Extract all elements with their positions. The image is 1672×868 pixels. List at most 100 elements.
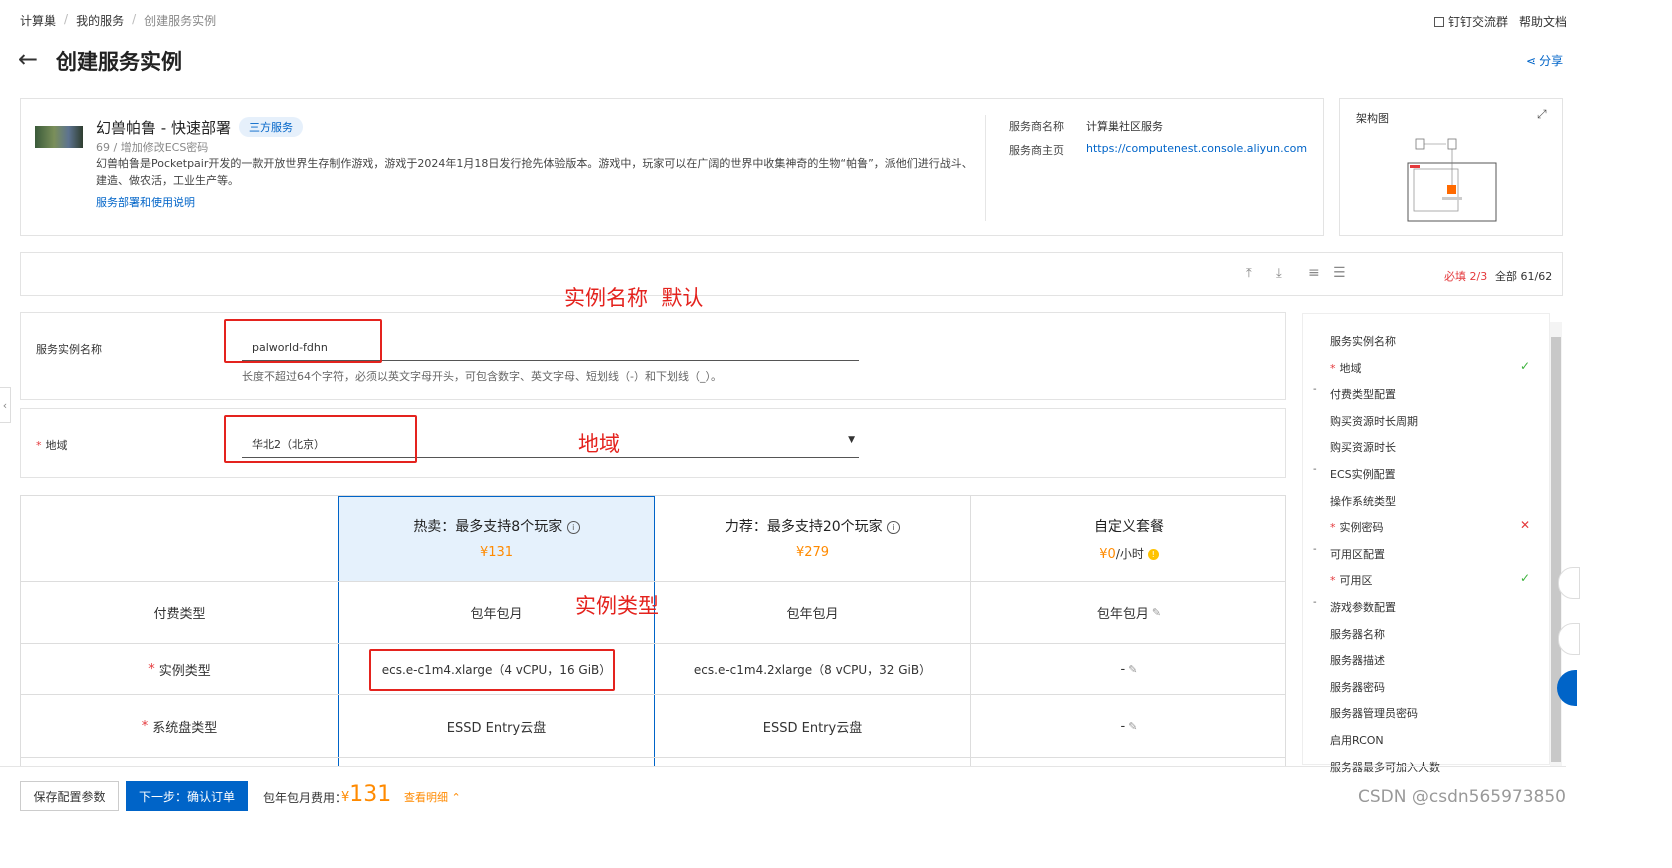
row-label-instance-type-text: 实例类型 (158, 663, 211, 679)
provider-homepage-link[interactable]: https://computenest.console.aliyun.com (1086, 142, 1307, 155)
required-asterisk: * (141, 718, 149, 734)
navigator-item[interactable]: 操作系统类型 (1330, 493, 1396, 509)
navigator-item[interactable]: 付费类型配置 (1330, 386, 1396, 402)
group-collapse-icon[interactable]: - (1313, 464, 1317, 475)
expand-icon[interactable]: ⤢ (1537, 107, 1547, 122)
annotation-region: 地域 (578, 432, 620, 456)
instance-type-recommended: ecs.e-c1m4.2xlarge（8 vCPU，32 GiB） (693, 662, 932, 677)
service-description: 幻兽帕鲁是Pocketpair开发的一款开放世界生存制作游戏，游戏于2024年1… (96, 157, 973, 187)
plan-price-recommended: ¥279 (795, 545, 830, 560)
service-logo (35, 126, 83, 148)
navigator-item[interactable]: 服务实例名称 (1330, 333, 1396, 349)
pay-type-custom[interactable]: 包年包月 ✎ (971, 582, 1285, 643)
plan-card-recommended[interactable]: 力荐：最多支持20个玩家 i ¥279 (655, 496, 970, 581)
sidebar-collapse-tab[interactable]: ‹ (0, 387, 11, 423)
navigator-item-label: 游戏参数配置 (1330, 601, 1396, 614)
service-doc-link[interactable]: 服务部署和使用说明 (96, 194, 195, 210)
navigator-item[interactable]: * 地域 (1330, 360, 1362, 376)
region-section: * 地域 华北2（北京） ▼ (20, 408, 1286, 478)
page-title: 创建服务实例 (56, 50, 182, 74)
navigator-item[interactable]: 购买资源时长 (1330, 439, 1396, 455)
table-divider (21, 757, 1285, 758)
all-count: 全部 61/62 (1495, 268, 1552, 284)
required-asterisk: * (1330, 574, 1336, 587)
highlight-box-instance-type (369, 649, 615, 691)
watermark: CSDN @csdn565973850 (1358, 787, 1566, 807)
fee-value: 131 (349, 782, 392, 807)
navigator-item[interactable]: 服务器名称 (1330, 626, 1385, 642)
navigator-item[interactable]: 服务器描述 (1330, 652, 1385, 668)
back-arrow-icon[interactable]: ← (18, 44, 38, 74)
floating-help-button[interactable] (1558, 567, 1580, 599)
floating-feedback-button[interactable] (1558, 623, 1580, 655)
navigator-item[interactable]: 服务器管理员密码 (1330, 705, 1418, 721)
fee-label: 包年包月费用： (263, 791, 348, 805)
row-label-pay-type: 付费类型 (153, 607, 206, 622)
region-label-text: 地域 (45, 439, 68, 452)
architecture-diagram[interactable] (1406, 137, 1498, 223)
plan-title-custom: 自定义套餐 (1094, 519, 1164, 535)
list-view-icon[interactable]: ☰ (1333, 265, 1346, 281)
navigator-item-label: 付费类型配置 (1330, 388, 1396, 401)
all-label: 全部 (1495, 270, 1517, 283)
navigator-item[interactable]: 启用RCON (1330, 732, 1384, 748)
navigator-item[interactable]: 游戏参数配置 (1330, 599, 1396, 615)
navigator-item-label: 购买资源时长周期 (1330, 415, 1418, 428)
breadcrumb-item-my-services[interactable]: 我的服务 (76, 12, 124, 29)
required-value: 2/3 (1469, 270, 1488, 283)
plan-card-hot[interactable]: 热卖：最多支持8个玩家 i ¥131 (339, 496, 654, 581)
instance-name-label: 服务实例名称 (36, 343, 102, 356)
navigator-item-label: ECS实例配置 (1330, 468, 1396, 481)
navigator-item[interactable]: 可用区配置 (1330, 546, 1385, 562)
navigator-item-label: 可用区 (1339, 574, 1373, 587)
pay-type-recommended: 包年包月 (786, 607, 839, 622)
edit-icon[interactable]: ✎ (1128, 663, 1137, 676)
annotation-instance-type: 实例类型 (575, 594, 659, 618)
breadcrumb-item-computenest[interactable]: 计算巢 (20, 12, 56, 29)
disk-custom[interactable]: - ✎ (971, 695, 1285, 757)
edit-icon[interactable]: ✎ (1152, 606, 1161, 619)
navigator-item[interactable]: 服务器密码 (1330, 679, 1385, 695)
navigator-item-label: 操作系统类型 (1330, 495, 1396, 508)
navigator-item[interactable]: * 可用区 (1330, 572, 1373, 588)
breadcrumb-item-current: 创建服务实例 (144, 14, 217, 28)
view-detail-link[interactable]: 查看明细 ⌃ (404, 789, 461, 805)
dingtalk-link[interactable]: 钉钉交流群 (1434, 13, 1508, 30)
check-icon: ✓ (1520, 359, 1531, 373)
navigator-item[interactable]: 购买资源时长周期 (1330, 413, 1418, 429)
chevron-up-icon: ⌃ (451, 791, 461, 804)
plan-title-recommended: 力荐：最多支持20个玩家 i (655, 516, 970, 536)
required-asterisk: * (36, 439, 42, 452)
plan-price-custom-unit: /小时 (1115, 547, 1144, 561)
service-meta: 69 / 增加修改ECS密码 (96, 141, 209, 154)
navigator-item-label: 服务实例名称 (1330, 335, 1396, 348)
info-icon[interactable]: i (887, 521, 901, 534)
scroll-bottom-icon[interactable]: ⤓ (1276, 266, 1282, 281)
plan-card-custom[interactable]: 自定义套餐 ¥0/小时 ! (971, 496, 1285, 581)
navigator-item[interactable]: * 实例密码 (1330, 519, 1384, 535)
group-collapse-icon[interactable]: - (1313, 544, 1317, 555)
next-confirm-order-button[interactable]: 下一步：确认订单 (126, 781, 248, 811)
service-info-card: 幻兽帕鲁 - 快速部署 三方服务 69 / 增加修改ECS密码 幻兽帕鲁是Poc… (20, 98, 1324, 236)
edit-icon[interactable]: ✎ (1128, 720, 1137, 733)
breadcrumb-separator: / (64, 12, 69, 26)
navigator-item[interactable]: ECS实例配置 (1330, 466, 1396, 482)
scroll-top-icon[interactable]: ⤒ (1246, 266, 1252, 281)
navigator-item-label: 服务器名称 (1330, 628, 1385, 641)
plan-title-hot: 热卖：最多支持8个玩家 i (339, 516, 654, 536)
highlight-box-region (224, 415, 417, 463)
navigator-item-label: 购买资源时长 (1330, 441, 1396, 454)
info-icon[interactable]: i (566, 521, 580, 534)
save-config-button[interactable]: 保存配置参数 (20, 781, 119, 811)
instance-type-custom[interactable]: - ✎ (971, 644, 1285, 694)
navigator-item[interactable]: 服务器最多可加入人数 (1330, 759, 1440, 775)
highlight-box-instance-name (224, 319, 382, 363)
share-button[interactable]: ⋖ 分享 (1526, 52, 1563, 69)
group-collapse-icon[interactable]: - (1313, 384, 1317, 395)
group-collapse-icon[interactable]: - (1313, 597, 1317, 608)
collapse-all-icon[interactable]: ≡ (1308, 265, 1320, 281)
region-label: * 地域 (36, 437, 68, 453)
instance-name-section: 服务实例名称 长度不超过64个字符，必须以英文字母开头，可包含数字、英文字母、短… (20, 312, 1286, 400)
help-docs-link[interactable]: 帮助文档 (1519, 13, 1567, 30)
share-label: 分享 (1539, 54, 1564, 68)
